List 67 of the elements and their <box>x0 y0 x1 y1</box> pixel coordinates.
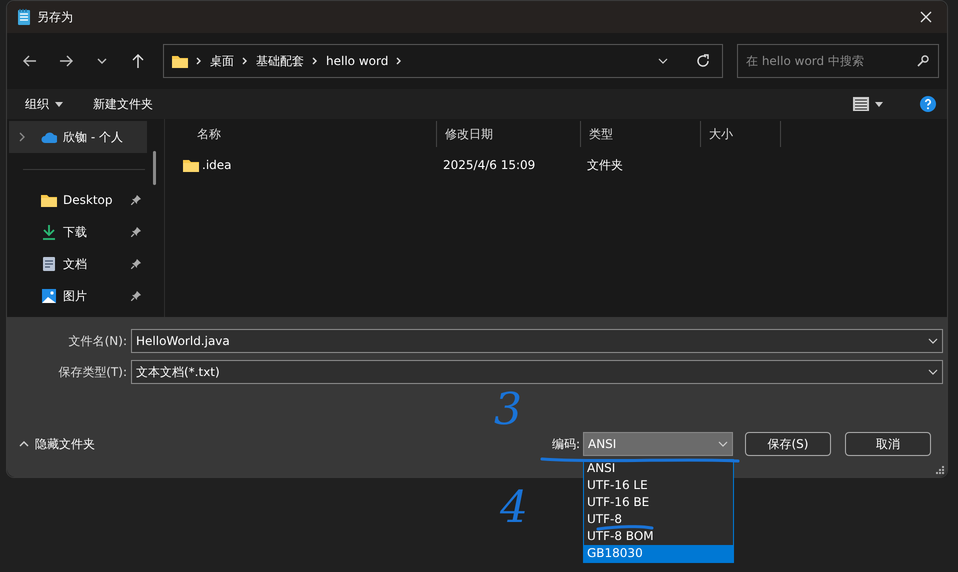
folder-icon <box>41 193 57 207</box>
save-button[interactable]: 保存(S) <box>745 432 831 456</box>
handwritten-number: 3 <box>494 388 522 432</box>
chevron-right-icon <box>312 57 318 65</box>
chevron-down-icon <box>658 58 668 64</box>
window-title: 另存为 <box>37 9 73 26</box>
folder-icon <box>183 158 199 172</box>
table-cell-text: 文件夹 <box>586 157 623 174</box>
scrollbar[interactable] <box>153 151 156 185</box>
column-header[interactable]: 名称 <box>183 121 437 147</box>
cancel-button[interactable]: 取消 <box>845 432 931 456</box>
column-header[interactable]: 大小 <box>701 121 781 147</box>
up-arrow-icon <box>130 53 146 69</box>
new-folder-button[interactable]: 新建文件夹 <box>93 95 153 113</box>
encoding-label: 编码: <box>552 436 580 453</box>
download-icon <box>41 224 57 240</box>
dropdown-option[interactable]: UTF-16 BE <box>584 494 733 511</box>
cloud-icon <box>41 130 57 144</box>
dropdown-option[interactable]: UTF-8 BOM <box>584 528 733 545</box>
chevron-down-icon <box>718 441 728 447</box>
handwritten-number: 4 <box>500 486 528 530</box>
field-label: 保存类型(T): <box>57 364 128 381</box>
search-field[interactable]: 在 hello word 中搜索 <box>737 44 939 78</box>
close-icon <box>920 11 932 23</box>
dropdown-option[interactable]: ANSI <box>584 460 733 477</box>
organize-menu[interactable]: 组织 <box>25 95 63 113</box>
sidebar-item[interactable]: 欣铷 - 个人 <box>9 121 147 153</box>
encoding-dropdown[interactable]: ANSI <box>583 432 733 456</box>
chevron-right-icon <box>19 132 25 142</box>
caret-icon <box>55 102 63 106</box>
picture-icon <box>41 288 57 304</box>
address-bar[interactable]: 桌面 基础配套 hello word <box>163 44 723 78</box>
notepad-icon <box>17 8 31 26</box>
file-type-dropdown[interactable]: 文本文档(*.txt) <box>131 360 943 384</box>
column-header[interactable]: 类型 <box>581 121 701 147</box>
chevron-right-icon <box>196 57 202 65</box>
filename-field[interactable]: HelloWorld.java <box>131 329 943 353</box>
folder-icon <box>172 54 188 68</box>
breadcrumb-item[interactable]: hello word <box>326 52 388 70</box>
chevron-down-icon <box>928 369 938 375</box>
forward-icon <box>58 53 74 69</box>
search-icon <box>917 55 929 67</box>
back-icon <box>22 53 38 69</box>
document-icon <box>41 256 57 272</box>
hide-folders-toggle[interactable]: 隐藏文件夹 <box>19 435 95 453</box>
chevron-right-icon <box>396 57 402 65</box>
column-header[interactable]: 修改日期 <box>437 121 581 147</box>
chevron-down-icon <box>928 338 938 344</box>
dropdown-option[interactable]: GB18030 <box>584 545 733 562</box>
field-label: 文件名(N): <box>68 333 128 350</box>
chevron-right-icon <box>242 57 248 65</box>
help-icon <box>920 96 936 112</box>
dropdown-option[interactable]: UTF-16 LE <box>584 477 733 494</box>
list-view-icon <box>853 97 869 111</box>
chevron-up-icon <box>19 441 29 447</box>
file-name[interactable]: .idea <box>202 156 232 174</box>
refresh-icon <box>696 54 710 68</box>
sidebar-item[interactable]: 图片 <box>9 280 147 312</box>
table-cell-text: 2025/4/6 15:09 <box>442 157 536 174</box>
breadcrumb-item[interactable]: 基础配套 <box>256 52 304 70</box>
breadcrumb-item[interactable]: 桌面 <box>210 52 234 70</box>
caret-icon <box>875 102 883 106</box>
sidebar-item[interactable]: 下载 <box>9 216 147 248</box>
sidebar-item[interactable]: Desktop <box>9 184 147 216</box>
sidebar-item[interactable]: 文档 <box>9 248 147 280</box>
dropdown-option[interactable]: UTF-8 <box>584 511 733 528</box>
resize-grip-icon <box>936 466 944 474</box>
